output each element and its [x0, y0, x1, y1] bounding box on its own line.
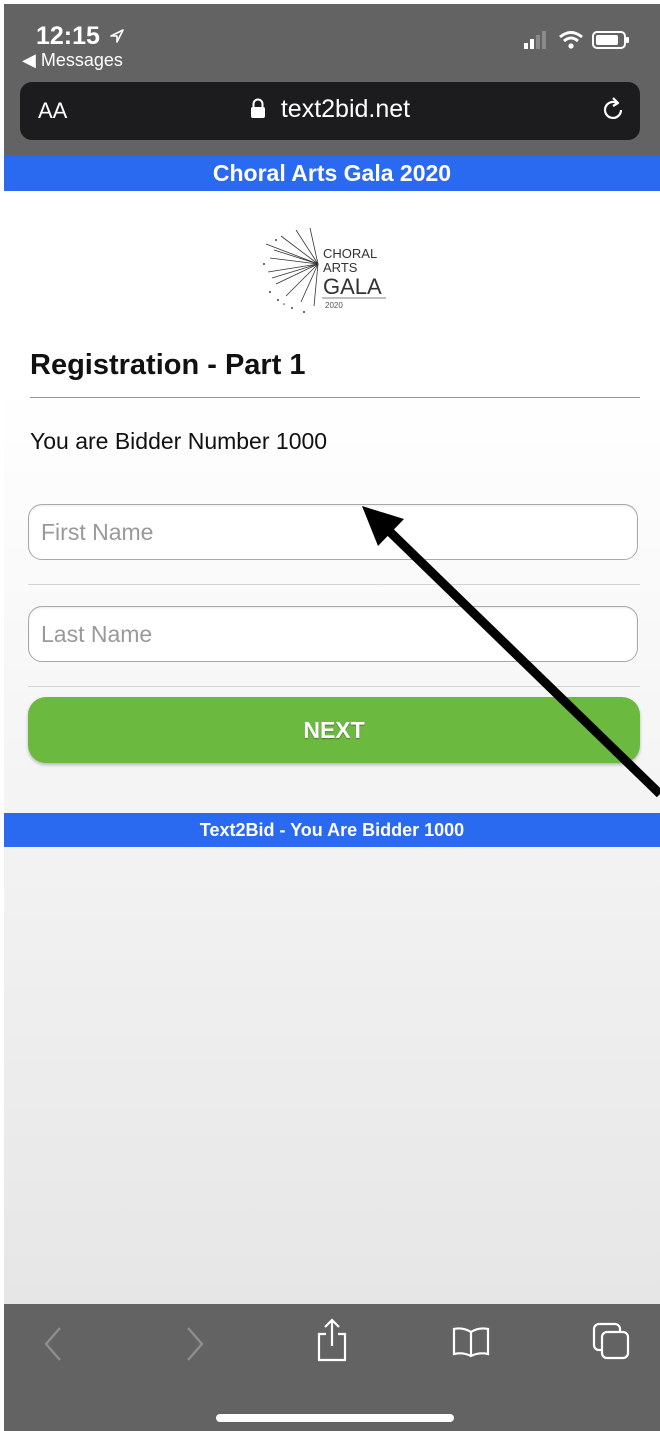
wifi-icon: [558, 30, 584, 55]
back-to-messages-link[interactable]: ◀ Messages: [22, 50, 123, 71]
back-icon[interactable]: [42, 1324, 66, 1369]
clock: 12:15: [36, 22, 125, 51]
system-icons: [524, 30, 630, 55]
status-bar: 12:15 ◀ Messages: [4, 4, 660, 80]
home-indicator[interactable]: [216, 1414, 454, 1422]
lock-icon: [250, 96, 266, 125]
share-icon[interactable]: [316, 1318, 348, 1367]
battery-icon: [592, 30, 630, 55]
url-text: text2bid.net: [280, 95, 411, 123]
browser-toolbar: [4, 1304, 660, 1431]
web-page: Choral Arts Gala 2020 CHORAL ARTS GALA 2…: [4, 156, 660, 1306]
bookmarks-icon[interactable]: [452, 1326, 490, 1363]
clock-time: 12:15: [36, 22, 100, 50]
phone-screen: 12:15 ◀ Messages AA text2bid.net Choral …: [4, 4, 660, 1431]
forward-icon[interactable]: [182, 1324, 206, 1369]
tabs-icon[interactable]: [592, 1322, 632, 1367]
reload-icon[interactable]: [600, 96, 626, 129]
location-arrow-icon: [109, 27, 125, 49]
address-bar[interactable]: AA text2bid.net: [20, 82, 640, 140]
url-field[interactable]: text2bid.net: [20, 95, 640, 125]
signal-icon: [524, 31, 550, 54]
annotation-arrow-icon: [362, 506, 660, 798]
